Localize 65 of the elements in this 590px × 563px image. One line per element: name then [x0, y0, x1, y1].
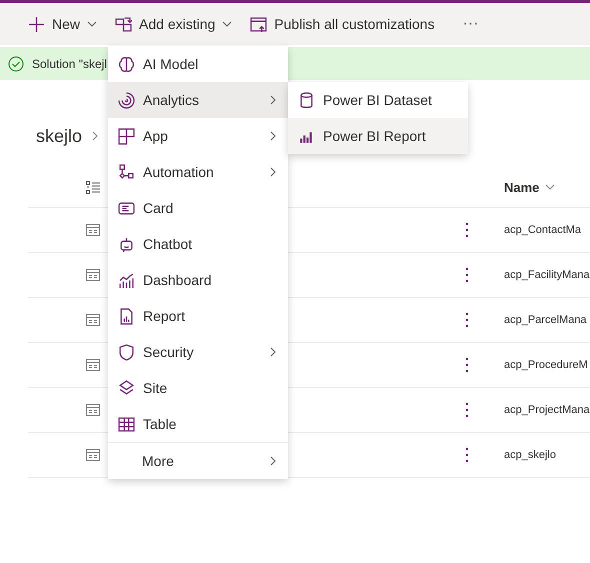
table-cell-text: acp_ProcedureM	[504, 359, 589, 371]
card-icon	[118, 200, 135, 216]
table-icon	[86, 449, 100, 461]
more-actions-button[interactable]	[465, 312, 469, 328]
table-icon	[86, 359, 100, 371]
add-existing-icon	[115, 16, 132, 32]
more-actions-button[interactable]	[465, 402, 469, 418]
menu-item[interactable]: Dashboard	[108, 262, 288, 298]
menu-item[interactable]: Site	[108, 370, 288, 406]
menu-item[interactable]: More	[108, 443, 288, 479]
shield-icon	[118, 344, 135, 360]
menu-item[interactable]: Power BI Dataset	[288, 82, 468, 118]
menu-item[interactable]: Card	[108, 190, 288, 226]
menu-item[interactable]: Security	[108, 334, 288, 370]
chevron-down-icon	[545, 182, 556, 192]
app-icon	[118, 128, 135, 144]
report-icon	[118, 308, 135, 324]
chevron-right-icon	[90, 131, 100, 141]
table-icon	[118, 416, 135, 432]
caret-icon	[222, 19, 232, 29]
notification-text: Solution "skejl	[32, 56, 107, 70]
menu-item[interactable]: Table	[108, 406, 288, 442]
menu-item[interactable]: App	[108, 118, 288, 154]
menu-item[interactable]: Analytics	[108, 82, 288, 118]
more-actions-button[interactable]	[465, 447, 469, 463]
flow-icon	[118, 164, 135, 180]
table-cell-text: acp_ParcelMana	[504, 314, 588, 326]
menu-item[interactable]: Automation	[108, 154, 288, 190]
menu-item[interactable]: Power BI Report	[288, 118, 468, 154]
caret-icon	[87, 19, 98, 29]
breadcrumb-link[interactable]: skejlo	[36, 126, 82, 146]
more-button[interactable]: ···	[456, 11, 485, 37]
table-icon	[86, 269, 100, 281]
analytics-icon	[118, 92, 135, 108]
publish-icon	[250, 16, 268, 32]
table-icon	[86, 224, 100, 236]
more-actions-button[interactable]	[465, 357, 469, 373]
chevron-right-icon	[268, 456, 278, 466]
table-cell: acp_FacilityMana	[504, 269, 590, 281]
chevron-right-icon	[268, 131, 278, 141]
column-header[interactable]: Name	[504, 180, 556, 194]
chatbot-icon	[118, 236, 135, 252]
chevron-right-icon	[268, 95, 278, 105]
menu-item[interactable]: Report	[108, 298, 288, 334]
table-cell-text: acp_skejlo	[504, 449, 557, 461]
dashboard-icon	[118, 272, 135, 288]
toolbar-button[interactable]: Publish all customizations	[248, 12, 437, 36]
database-icon	[298, 92, 315, 108]
list-icon[interactable]	[86, 180, 100, 194]
table-cell-text: acp_ContactMa	[504, 224, 582, 236]
more-actions-button[interactable]	[465, 222, 469, 238]
table-icon	[86, 404, 100, 416]
chevron-right-icon	[268, 167, 278, 177]
chevron-right-icon	[268, 347, 278, 357]
brain-icon	[118, 56, 135, 72]
table-cell: acp_ProjectMana	[504, 404, 590, 416]
menu-item[interactable]: Chatbot	[108, 226, 288, 262]
check-circle-icon	[8, 56, 24, 72]
more-actions-button[interactable]	[465, 267, 469, 283]
plus-icon	[28, 16, 45, 32]
toolbar-button[interactable]: New	[26, 12, 100, 36]
menu-item[interactable]: AI Model	[108, 46, 288, 82]
toolbar-button[interactable]: Add existing	[113, 12, 234, 36]
site-icon	[118, 380, 135, 396]
table-icon	[86, 314, 100, 326]
